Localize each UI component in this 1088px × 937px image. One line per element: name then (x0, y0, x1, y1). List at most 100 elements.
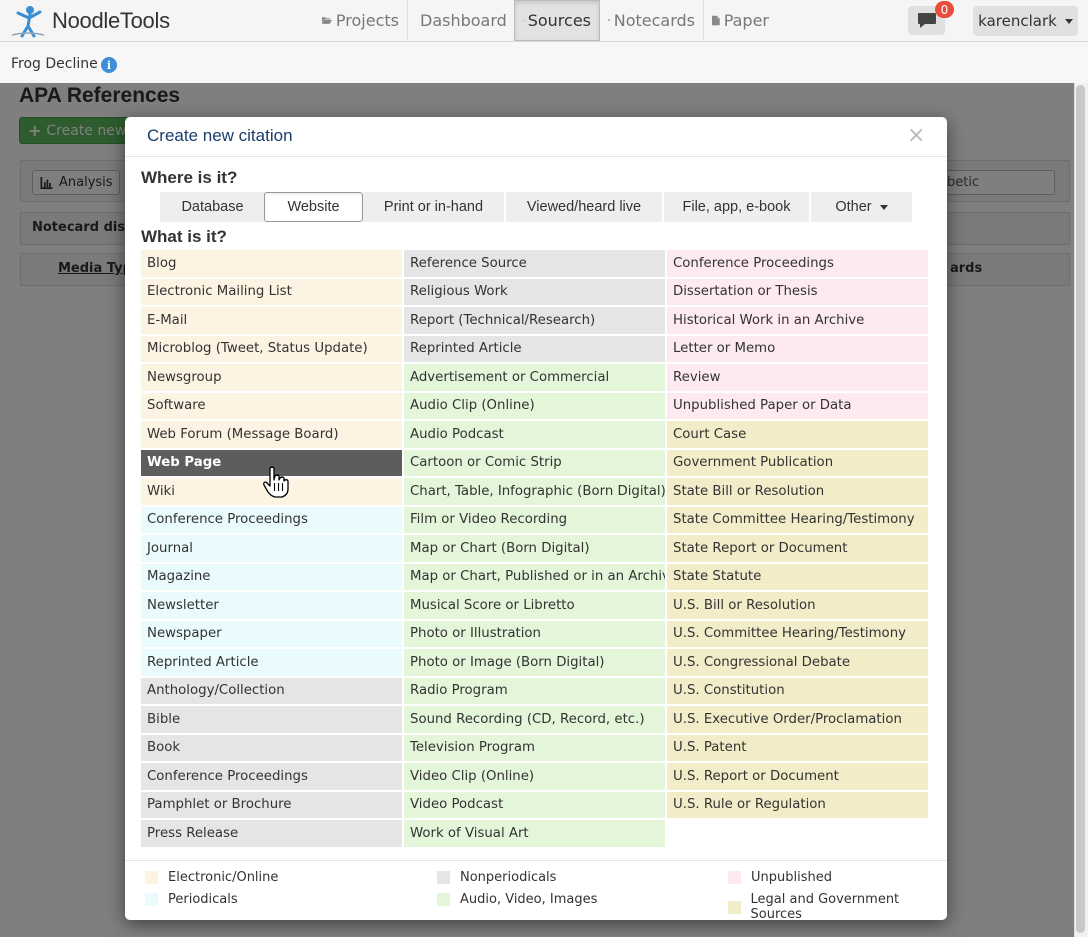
citation-type-option[interactable]: Blog (141, 250, 402, 277)
citation-type-option[interactable]: U.S. Report or Document (667, 763, 928, 790)
citation-type-option[interactable]: Government Publication (667, 449, 928, 476)
citation-type-option[interactable]: Electronic Mailing List (141, 278, 402, 305)
tab-projects-label: Projects (335, 10, 399, 30)
citation-type-option[interactable]: Conference Proceedings (141, 506, 402, 533)
citation-type-option[interactable]: Report (Technical/Research) (404, 307, 665, 334)
citation-type-option[interactable]: Sound Recording (CD, Record, etc.) (404, 706, 665, 733)
folder-open-icon (322, 17, 332, 24)
tab-projects[interactable]: Projects (314, 0, 407, 40)
citation-type-option[interactable]: Television Program (404, 734, 665, 761)
citation-type-option[interactable]: Court Case (667, 421, 928, 448)
where-tab-website[interactable]: Website (264, 192, 363, 222)
citation-type-option[interactable]: Religious Work (404, 278, 665, 305)
user-menu-button[interactable]: karenclark (973, 6, 1078, 36)
citation-type-option[interactable]: Reprinted Article (141, 649, 402, 676)
citation-type-option[interactable]: Newsletter (141, 592, 402, 619)
citation-type-option[interactable]: State Committee Hearing/Testimony (667, 506, 928, 533)
citation-type-option[interactable]: Newspaper (141, 620, 402, 647)
legend-label: Legal and Government Sources (750, 892, 900, 922)
citation-type-option[interactable]: Journal (141, 535, 402, 562)
citation-type-option[interactable]: Audio Podcast (404, 421, 665, 448)
citation-type-option[interactable]: U.S. Constitution (667, 677, 928, 704)
citation-type-option[interactable]: Web Forum (Message Board) (141, 421, 402, 448)
chevron-down-icon (879, 204, 888, 210)
citation-type-option[interactable]: U.S. Executive Order/Proclamation (667, 706, 928, 733)
citation-type-option[interactable]: Photo or Image (Born Digital) (404, 649, 665, 676)
citation-type-option[interactable]: Cartoon or Comic Strip (404, 449, 665, 476)
citation-type-option[interactable]: Magazine (141, 563, 402, 590)
info-icon[interactable]: i (101, 57, 117, 73)
citation-type-option[interactable]: Review (667, 364, 928, 391)
citation-type-option[interactable]: Video Podcast (404, 791, 665, 818)
legend-label: Electronic/Online (168, 870, 279, 885)
citation-type-option[interactable]: Dissertation or Thesis (667, 278, 928, 305)
citation-type-option[interactable]: U.S. Rule or Regulation (667, 791, 928, 818)
legend-item: Periodicals (145, 892, 238, 907)
citation-type-option[interactable]: Conference Proceedings (141, 763, 402, 790)
citation-type-option[interactable]: Pamphlet or Brochure (141, 791, 402, 818)
category-legend: Electronic/Online Periodicals Nonperiodica… (125, 870, 947, 922)
citation-type-option[interactable]: Work of Visual Art (404, 820, 665, 847)
citation-type-option[interactable]: U.S. Patent (667, 734, 928, 761)
citation-type-option[interactable]: State Report or Document (667, 535, 928, 562)
citation-type-option[interactable]: Video Clip (Online) (404, 763, 665, 790)
where-tab-database[interactable]: Database (160, 192, 265, 222)
project-name[interactable]: Frog Decline (11, 56, 98, 72)
citation-type-option[interactable]: Audio Clip (Online) (404, 392, 665, 419)
citation-type-option[interactable]: Film or Video Recording (404, 506, 665, 533)
citation-type-option[interactable]: Advertisement or Commercial (404, 364, 665, 391)
where-tab-label: Other (835, 199, 872, 215)
citation-type-option[interactable]: Press Release (141, 820, 402, 847)
tab-paper-label: Paper (723, 10, 769, 30)
where-tab-print[interactable]: Print or in-hand (363, 192, 505, 222)
citation-type-option[interactable]: Map or Chart, Published or in an Archive (404, 563, 665, 590)
citation-type-option[interactable]: Radio Program (404, 677, 665, 704)
citation-type-option[interactable]: Photo or Illustration (404, 620, 665, 647)
citation-type-option[interactable]: Chart, Table, Infographic (Born Digital) (404, 478, 665, 505)
legend-label: Periodicals (168, 892, 238, 907)
citation-type-option[interactable]: Anthology/Collection (141, 677, 402, 704)
citation-type-option[interactable]: Software (141, 392, 402, 419)
citation-type-option[interactable]: Reprinted Article (404, 335, 665, 362)
legend-label: Unpublished (751, 870, 832, 885)
tab-paper[interactable]: Paper (703, 0, 777, 40)
citation-type-option[interactable]: Bible (141, 706, 402, 733)
citation-type-option[interactable]: Letter or Memo (667, 335, 928, 362)
tab-notecards[interactable]: Notecards (600, 0, 703, 40)
where-tab-viewed-heard[interactable]: Viewed/heard live (506, 192, 663, 222)
citation-type-option[interactable]: Historical Work in an Archive (667, 307, 928, 334)
citation-type-option[interactable]: U.S. Bill or Resolution (667, 592, 928, 619)
where-tab-file-app[interactable]: File, app, e-book (664, 192, 810, 222)
where-tab-other[interactable]: Other (811, 192, 912, 222)
citation-type-option[interactable]: State Bill or Resolution (667, 478, 928, 505)
citation-type-option[interactable]: Book (141, 734, 402, 761)
citation-type-option[interactable]: Unpublished Paper or Data (667, 392, 928, 419)
noodletools-figure-icon (11, 6, 45, 38)
citation-type-option[interactable]: Reference Source (404, 250, 665, 277)
citation-type-option[interactable]: U.S. Committee Hearing/Testimony (667, 620, 928, 647)
citation-type-option[interactable]: U.S. Congressional Debate (667, 649, 928, 676)
citation-type-option[interactable]: State Statute (667, 563, 928, 590)
brand-name: NoodleTools (52, 8, 170, 33)
where-tab-label: File, app, e-book (682, 199, 791, 215)
legend-item: Electronic/Online (145, 870, 278, 885)
legend-swatch (145, 871, 158, 884)
legend-item: Audio, Video, Images (437, 892, 597, 907)
close-icon[interactable]: × (907, 123, 925, 148)
brand-logo[interactable]: NoodleTools (10, 4, 170, 38)
scrollbar-thumb[interactable] (1076, 85, 1085, 933)
citation-type-option[interactable]: Map or Chart (Born Digital) (404, 535, 665, 562)
tab-dashboard[interactable]: Dashboard (407, 0, 514, 40)
tab-sources[interactable]: Sources (514, 0, 600, 41)
legend-swatch (728, 900, 741, 914)
what-heading: What is it? (141, 227, 227, 246)
citation-type-column: Reference Source Religious Work Report (Te… (404, 250, 665, 849)
chat-bubble-icon (917, 13, 936, 28)
citation-type-option[interactable]: Newsgroup (141, 364, 402, 391)
citation-type-option[interactable]: Musical Score or Libretto (404, 592, 665, 619)
where-heading: Where is it? (141, 168, 238, 187)
citation-type-option[interactable]: Conference Proceedings (667, 250, 928, 277)
citation-type-option[interactable]: Microblog (Tweet, Status Update) (141, 335, 402, 362)
citation-type-option[interactable]: E-Mail (141, 307, 402, 334)
grid-icon (608, 19, 610, 21)
